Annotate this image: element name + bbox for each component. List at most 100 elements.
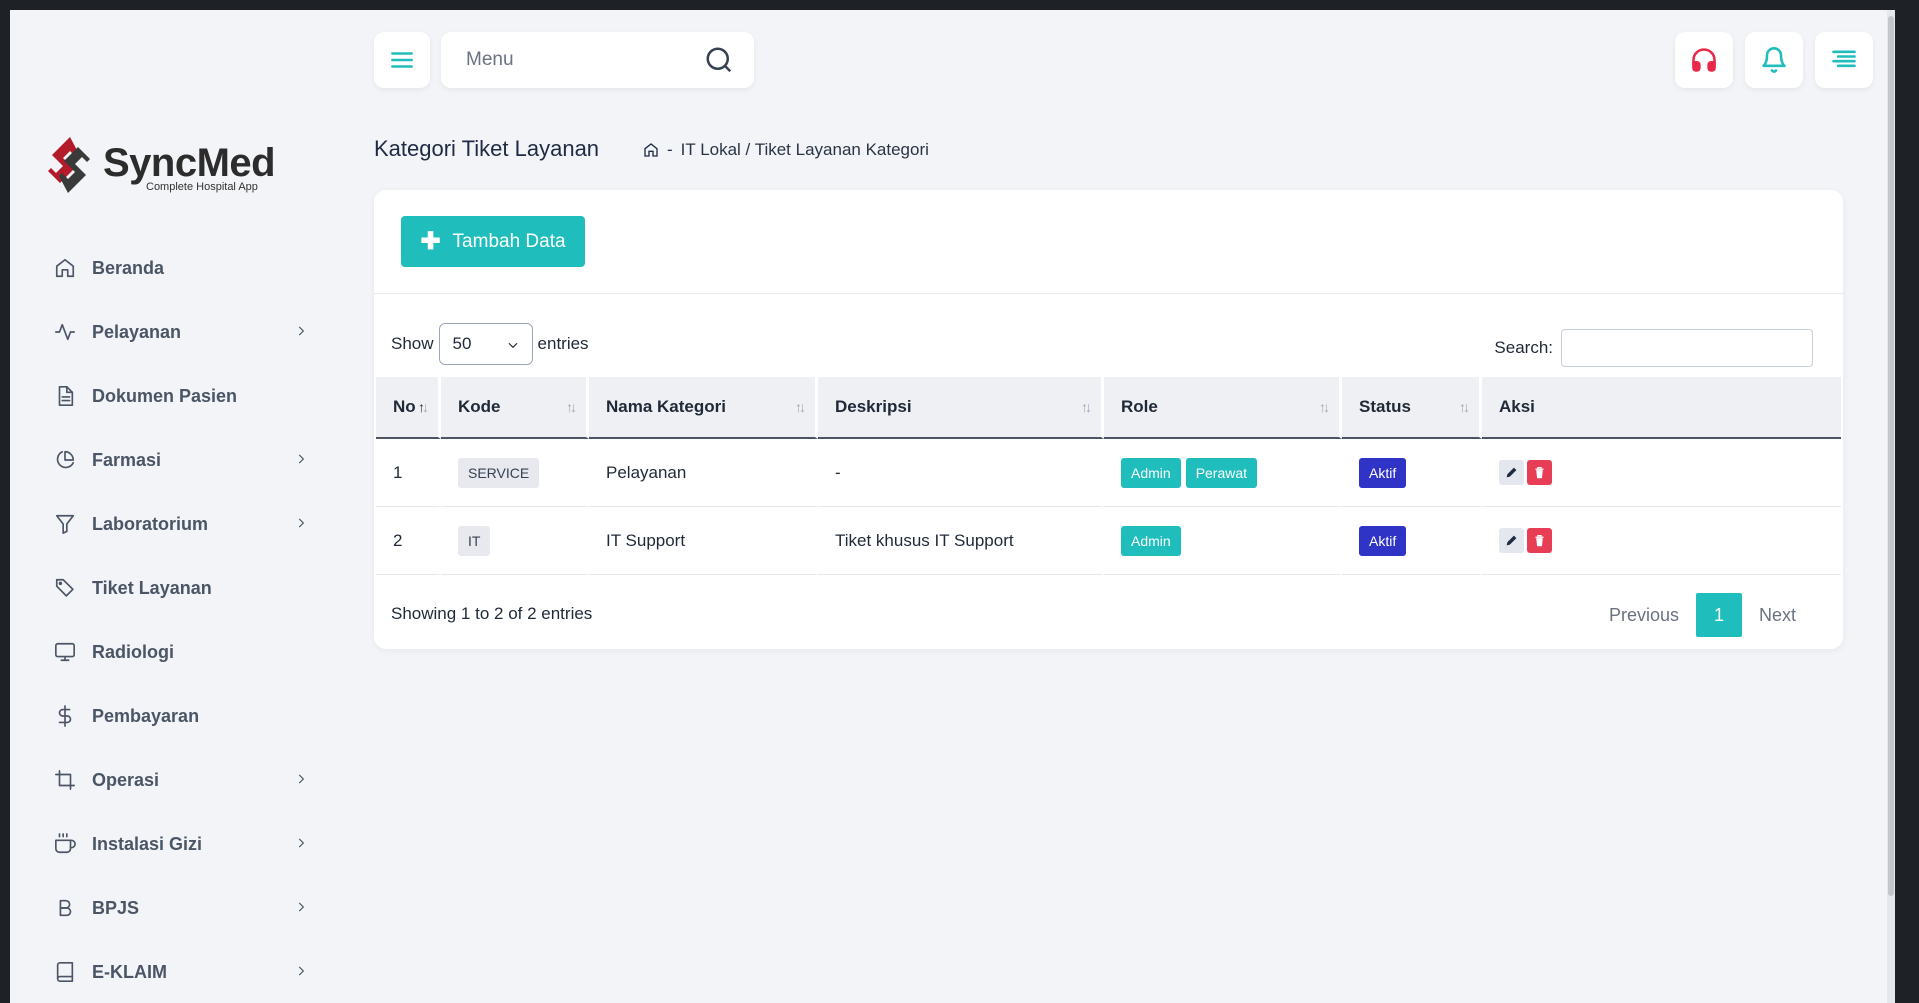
table-search: Search: [1494,329,1813,367]
table-header-row: No ↑↓ Kode ↑↓ Nama Kategori ↑↓ Deskripsi ↑↓ … [376,377,1841,439]
pagination: Previous 1 Next [1592,593,1813,637]
table-row: 1 SERVICE Pelayanan - Admin Perawat Aktif [376,439,1841,507]
sidebar-item-operasi[interactable]: Operasi [50,748,312,812]
column-header-deskripsi[interactable]: Deskripsi ↑↓ [818,377,1104,439]
category-table: No ↑↓ Kode ↑↓ Nama Kategori ↑↓ Deskripsi ↑↓ … [376,377,1841,575]
sidebar-item-dokumen-pasien[interactable]: Dokumen Pasien [50,364,312,428]
sidebar-item-label: Pelayanan [92,321,182,342]
sidebar-item-tiket-layanan[interactable]: Tiket Layanan [50,556,312,620]
home-icon[interactable] [643,142,659,158]
coffee-icon [50,829,80,859]
dollar-icon [50,701,80,731]
edit-button[interactable] [1499,460,1524,485]
scrollbar[interactable] [1887,10,1895,1003]
status-badge: Aktif [1359,457,1407,488]
sidebar-item-label: BPJS [92,897,140,918]
cell-deskripsi: - [818,439,1104,507]
sidebar-item-label: Beranda [92,257,165,278]
delete-button[interactable] [1527,460,1552,485]
breadcrumb-path: IT Lokal / Tiket Layanan Kategori [680,140,929,159]
column-header-role[interactable]: Role ↑↓ [1104,377,1342,439]
sidebar-item-pelayanan[interactable]: Pelayanan [50,300,312,364]
column-header-status[interactable]: Status ↑↓ [1342,377,1482,439]
data-card: ✚ Tambah Data Show 50 entries Search: No… [374,190,1843,649]
sidebar-item-bpjs[interactable]: BPJS [50,876,312,940]
chevron-down-icon [508,342,518,349]
cell-kode: SERVICE [441,439,589,507]
sidebar-item-label: Pembayaran [92,705,200,726]
menu-search-box[interactable] [441,32,754,88]
add-data-button[interactable]: ✚ Tambah Data [401,216,585,267]
breadcrumb-separator: - [667,140,673,159]
app-logo[interactable]: SyncMed Complete Hospital App [46,135,276,195]
add-data-label: Tambah Data [452,230,566,252]
chevron-right-icon [294,962,312,980]
table-search-input[interactable] [1561,329,1813,367]
chevron-right-icon [294,898,312,916]
entries-length-control: Show 50 entries [391,323,589,365]
filter-icon [50,509,80,539]
delete-button[interactable] [1527,528,1552,553]
align-right-icon [1832,50,1856,68]
menu-search-input[interactable] [466,46,696,74]
show-label: Show [391,334,434,353]
menu-toggle-button[interactable] [374,32,430,88]
notifications-button[interactable] [1745,32,1803,88]
entries-select-value: 50 [452,334,472,353]
cell-status: Aktif [1342,507,1482,575]
sidebar-item-label: Operasi [92,769,160,790]
plus-icon: ✚ [420,227,441,255]
chevron-right-icon [294,514,312,532]
book-icon [50,957,80,987]
sort-icon: ↑↓ [1319,399,1330,415]
headset-icon [1692,48,1716,72]
app-name: SyncMed [103,141,276,185]
sidebar-item-farmasi[interactable]: Farmasi [50,428,312,492]
previous-page-button[interactable]: Previous [1592,605,1696,626]
cell-nama: IT Support [589,507,818,575]
crop-icon [50,765,80,795]
cell-nama: Pelayanan [589,439,818,507]
support-button[interactable] [1675,32,1733,88]
scrollbar-thumb[interactable] [1888,16,1894,896]
sidebar-item-label: Radiologi [92,641,174,662]
sidebar-item-radiologi[interactable]: Radiologi [50,620,312,684]
sidebar-item-e-klaim[interactable]: E-KLAIM [50,940,312,1003]
column-header-kode[interactable]: Kode ↑↓ [441,377,589,439]
sidebar-item-laboratorium[interactable]: Laboratorium [50,492,312,556]
cell-aksi [1482,439,1841,507]
column-header-nama-kategori[interactable]: Nama Kategori ↑↓ [589,377,818,439]
sidebar-item-pembayaran[interactable]: Pembayaran [50,684,312,748]
sidebar-item-beranda[interactable]: Beranda [50,236,312,300]
sidebar-item-label: Tiket Layanan [92,577,212,598]
chevron-right-icon [294,322,312,340]
app-window: SyncMed Complete Hospital App Beranda Pe… [10,10,1895,1003]
sort-icon: ↑↓ [566,399,577,415]
page-button-current[interactable]: 1 [1695,593,1742,637]
table-row: 2 IT IT Support Tiket khusus IT Support … [376,507,1841,575]
trash-icon [1535,535,1544,547]
column-header-no[interactable]: No ↑↓ [376,377,441,439]
chevron-right-icon [294,770,312,788]
next-page-button[interactable]: Next [1742,605,1813,626]
table-info: Showing 1 to 2 of 2 entries [391,604,593,623]
search-icon[interactable] [704,45,734,75]
sidebar-item-label: Dokumen Pasien [92,385,238,406]
cell-deskripsi: Tiket khusus IT Support [818,507,1104,575]
cell-role: Admin [1104,507,1342,575]
bold-icon [50,893,80,923]
sort-icon: ↑↓ [795,399,806,415]
entries-select[interactable]: 50 [438,323,533,365]
edit-button[interactable] [1499,528,1524,553]
code-badge: IT [458,525,491,556]
divider [374,293,1843,294]
sidebar-nav: Beranda Pelayanan Dokumen Pasien Farmasi… [50,236,312,1003]
file-icon [50,381,80,411]
right-panel-toggle-button[interactable] [1815,32,1873,88]
logo-mark-icon [48,137,90,193]
sidebar-item-instalasi-gizi[interactable]: Instalasi Gizi [50,812,312,876]
chevron-right-icon [294,834,312,852]
activity-icon [50,317,80,347]
sidebar-item-label: E-KLAIM [92,961,167,982]
bell-icon [1762,47,1786,73]
